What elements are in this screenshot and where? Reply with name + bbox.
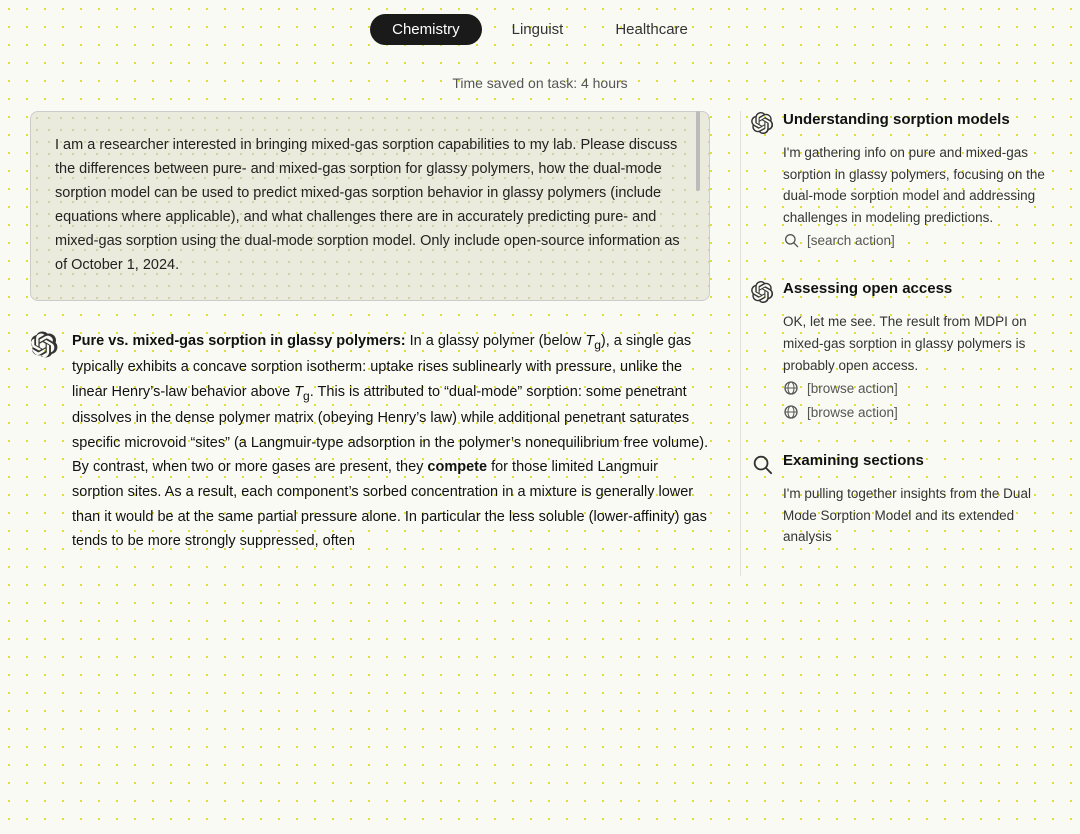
response-title-bold: Pure vs. mixed-gas sorption in glassy po… [72, 333, 406, 349]
chat-response-text: Pure vs. mixed-gas sorption in glassy po… [72, 329, 710, 554]
sidebar-item-examining: Examining sections I'm pulling together … [751, 452, 1050, 548]
left-panel: I am a researcher interested in bringing… [30, 111, 740, 576]
tg2-sub: g [303, 388, 310, 402]
response-compete-bold: compete [427, 459, 487, 475]
prompt-box: I am a researcher interested in bringing… [30, 111, 710, 301]
sidebar-search-action-1-label: [search action] [807, 233, 895, 248]
sidebar-item-understanding-header: Understanding sorption models [751, 111, 1050, 134]
sidebar-item-open-access-desc: OK, let me see. The result from MDPI on … [751, 311, 1050, 376]
main-layout: I am a researcher interested in bringing… [0, 101, 1080, 606]
left-panel-inner: I am a researcher interested in bringing… [30, 111, 710, 554]
sidebar-browse-action-2-label: [browse action] [807, 405, 898, 420]
sidebar-browse-action-1[interactable]: [browse action] [751, 376, 1050, 400]
sidebar-item-examining-desc: I'm pulling together insights from the D… [751, 483, 1050, 548]
tab-chemistry[interactable]: Chemistry [370, 14, 482, 45]
sidebar-item-understanding: Understanding sorption models I'm gather… [751, 111, 1050, 252]
sidebar-browse-action-1-label: [browse action] [807, 381, 898, 396]
right-panel: Understanding sorption models I'm gather… [740, 111, 1050, 576]
time-saved-banner: Time saved on task: 4 hours [0, 57, 1080, 101]
browse-icon-1 [783, 380, 799, 396]
sidebar-browse-action-2[interactable]: [browse action] [751, 400, 1050, 424]
chatgpt-icon [30, 331, 58, 359]
sidebar-search-action-1[interactable]: [search action] [751, 228, 1050, 252]
sidebar-item-examining-header: Examining sections [751, 452, 1050, 475]
search-icon-1 [783, 232, 799, 248]
time-saved-text: Time saved on task: 4 hours [452, 75, 627, 91]
tab-bar: Chemistry Linguist Healthcare [0, 0, 1080, 57]
sidebar-item-examining-title: Examining sections [783, 452, 924, 469]
tg2: T [294, 384, 303, 400]
response-text1-part1: In a glassy polymer (below [406, 333, 586, 349]
prompt-text: I am a researcher interested in bringing… [55, 137, 680, 273]
chat-response: Pure vs. mixed-gas sorption in glassy po… [30, 329, 710, 554]
chatgpt-sidebar-icon-1 [751, 112, 773, 134]
scrollbar-track[interactable] [696, 111, 700, 554]
sidebar-item-open-access-header: Assessing open access [751, 280, 1050, 303]
scrollbar-thumb[interactable] [696, 111, 700, 191]
browse-icon-2 [783, 404, 799, 420]
sidebar-item-understanding-desc: I'm gathering info on pure and mixed-gas… [751, 142, 1050, 228]
tab-linguist[interactable]: Linguist [490, 14, 586, 45]
sidebar-item-understanding-title: Understanding sorption models [783, 111, 1010, 128]
search-sidebar-icon-3 [751, 453, 773, 475]
tg1-sub: g [594, 337, 601, 351]
chatgpt-sidebar-icon-2 [751, 281, 773, 303]
tab-healthcare[interactable]: Healthcare [593, 14, 710, 45]
sidebar-item-open-access: Assessing open access OK, let me see. Th… [751, 280, 1050, 424]
tg1: T [585, 333, 594, 349]
sidebar-item-open-access-title: Assessing open access [783, 280, 952, 297]
